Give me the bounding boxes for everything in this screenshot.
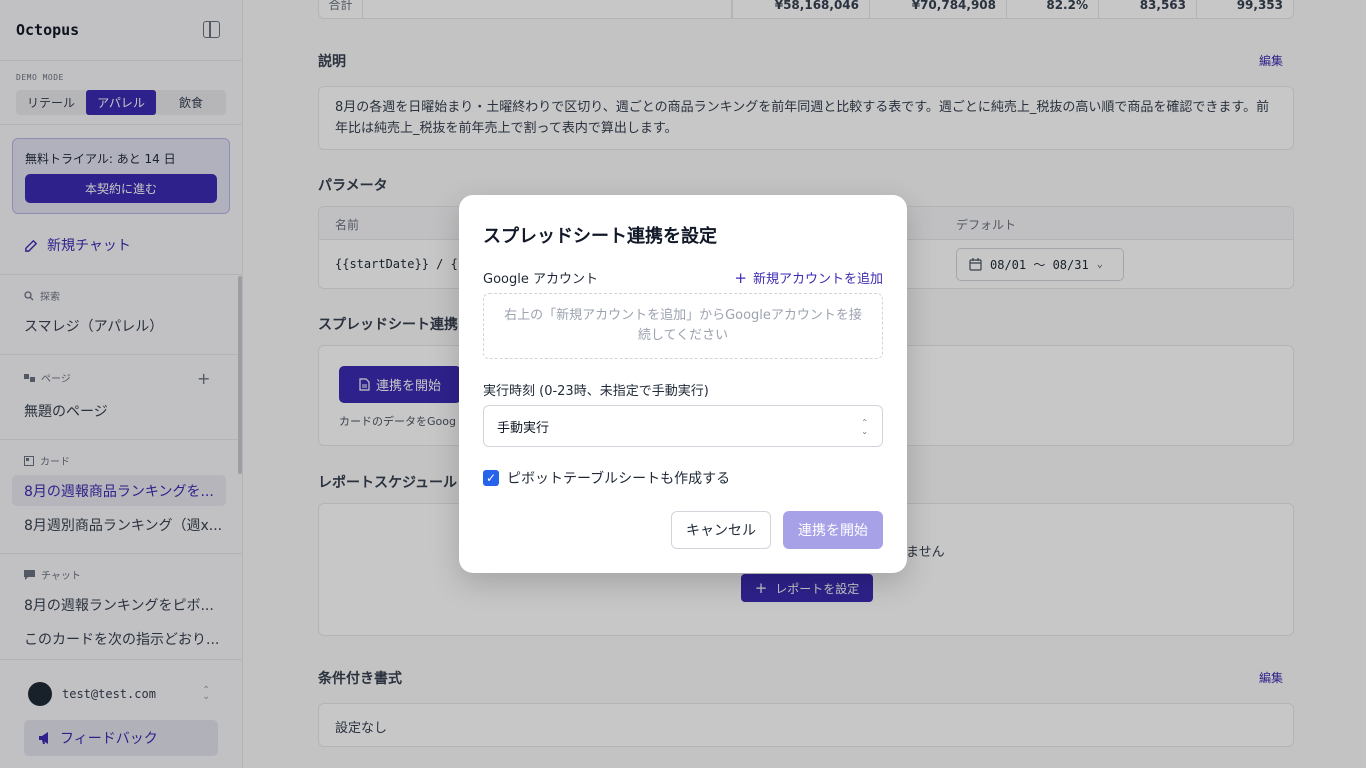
add-account-button[interactable]: + 新規アカウントを追加 xyxy=(734,268,883,288)
modal-title: スプレッドシート連携を設定 xyxy=(483,226,717,247)
spreadsheet-modal: スプレッドシート連携を設定 Google アカウント + 新規アカウントを追加 … xyxy=(459,195,907,573)
plus-icon: + xyxy=(734,268,747,287)
account-empty-state: 右上の「新規アカウントを追加」からGoogleアカウントを接続してください xyxy=(483,293,883,359)
add-account-label: 新規アカウントを追加 xyxy=(752,272,883,287)
time-select-value: 手動実行 xyxy=(497,420,550,436)
time-select[interactable]: 手動実行 ⌃ ⌄ xyxy=(483,405,883,447)
time-label: 実行時刻 (0-23時、未指定で手動実行) xyxy=(483,384,709,399)
cancel-button[interactable]: キャンセル xyxy=(671,511,771,549)
start-link-submit-button[interactable]: 連携を開始 xyxy=(783,511,883,549)
pivot-checkbox-label: ピボットテーブルシートも作成する xyxy=(507,471,731,487)
pivot-checkbox[interactable]: ✓ xyxy=(483,470,499,486)
pivot-checkbox-row[interactable]: ✓ ピボットテーブルシートも作成する xyxy=(483,468,730,488)
chevron-updown-icon: ⌃ ⌄ xyxy=(861,418,868,436)
account-label: Google アカウント xyxy=(483,272,598,287)
